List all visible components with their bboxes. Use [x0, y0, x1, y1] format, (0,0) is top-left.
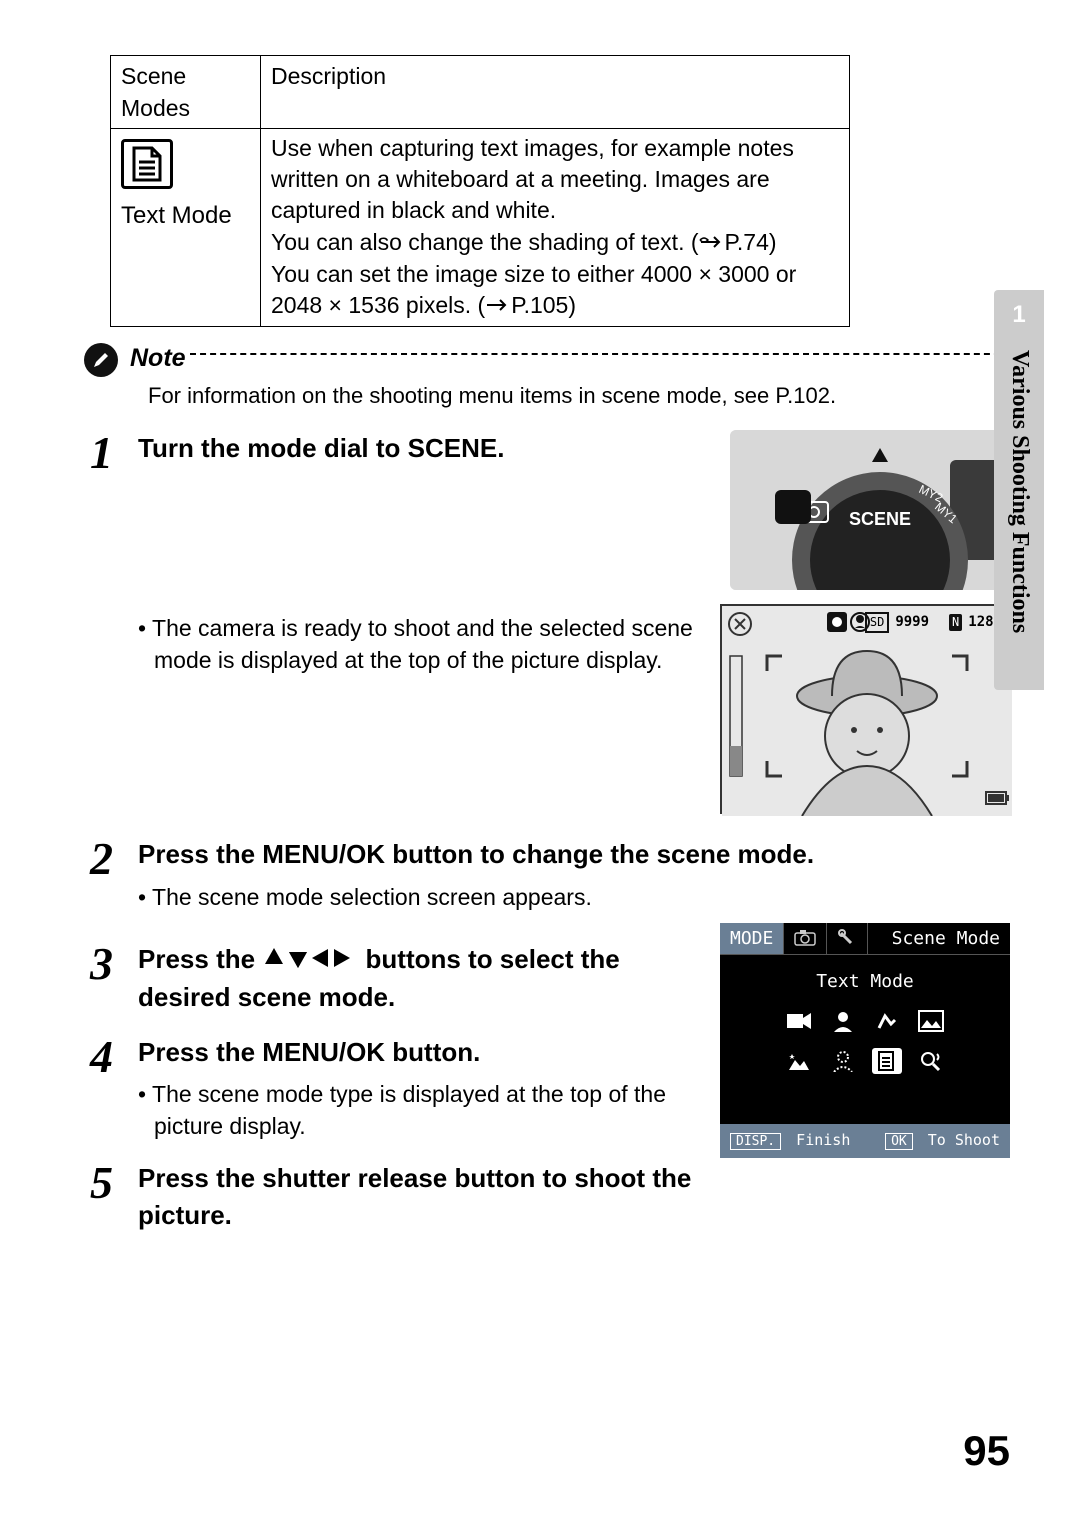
table-cell-description: Use when capturing text images, for exam…	[261, 129, 850, 327]
lcd-n-badge: N	[949, 614, 962, 631]
table-cell-mode: Text Mode	[111, 129, 261, 327]
nightscape-icon	[784, 1048, 814, 1074]
camera-dial-illustration: SCENE MY2 MY1	[730, 430, 1010, 590]
step2-bullet: The scene mode selection screen appears.	[148, 881, 1010, 913]
step-number: 2	[90, 836, 138, 913]
zoom-macro-icon	[916, 1048, 946, 1074]
disp-button-label: DISP.	[730, 1133, 781, 1150]
pencil-icon	[84, 343, 118, 377]
side-tab: 1 Various Shooting Functions	[994, 290, 1044, 690]
high-sens-icon	[828, 1048, 858, 1074]
mode-name-label: Text Mode	[121, 202, 232, 229]
table-header-modes: Scene Modes	[111, 56, 261, 129]
step-number: 3	[90, 941, 138, 1016]
text-mode-icon	[121, 139, 173, 189]
landscape-icon	[916, 1008, 946, 1034]
step-number: 5	[90, 1160, 138, 1233]
menu-tab-camera-icon	[784, 923, 827, 954]
note-body: For information on the shooting menu ite…	[148, 381, 1010, 412]
menu-mode-label: Text Mode	[720, 969, 1010, 994]
step-number: 4	[90, 1034, 138, 1143]
svg-text:SCENE: SCENE	[849, 509, 911, 529]
portrait-icon	[828, 1008, 858, 1034]
step1-bullet: The camera is ready to shoot and the sel…	[148, 612, 700, 676]
note-title: Note	[130, 341, 186, 376]
lcd-sd-badge: SD	[865, 612, 889, 633]
page-ref-icon	[485, 291, 511, 322]
step5-heading: Press the shutter release button to shoo…	[138, 1160, 700, 1233]
page-number: 95	[963, 1422, 1010, 1481]
lcd-counter: 9999	[895, 613, 929, 633]
lcd-preview-illustration: SD 9999 N 1280	[720, 604, 1010, 814]
ok-button-label: OK	[885, 1133, 913, 1150]
text-mode-icon-selected	[872, 1048, 902, 1074]
note-block: Note	[84, 341, 1010, 377]
chapter-title: Various Shooting Functions	[1002, 350, 1036, 633]
menu-screen-illustration: MODE Scene Mode Text Mode	[720, 923, 1010, 1158]
step3-heading: Press the buttons to select the desired …	[138, 941, 700, 1016]
movie-icon	[784, 1008, 814, 1034]
step2-heading: Press the MENU/OK button to change the s…	[138, 836, 1010, 872]
chapter-number: 1	[1012, 298, 1025, 332]
step1-heading: Turn the mode dial to SCENE.	[138, 430, 710, 466]
sports-icon	[872, 1008, 902, 1034]
menu-tab-mode: MODE	[720, 923, 784, 954]
menu-tab-wrench-icon	[827, 923, 868, 954]
step4-bullet: The scene mode type is displayed at the …	[148, 1078, 700, 1142]
step-number: 1	[90, 430, 138, 814]
scene-modes-table: Scene Modes Description Text	[110, 55, 850, 327]
menu-title: Scene Mode	[868, 923, 1010, 954]
direction-buttons-icon	[262, 943, 358, 979]
page-ref-icon	[699, 228, 725, 259]
table-header-desc: Description	[261, 56, 850, 129]
step4-heading: Press the MENU/OK button.	[138, 1034, 700, 1070]
